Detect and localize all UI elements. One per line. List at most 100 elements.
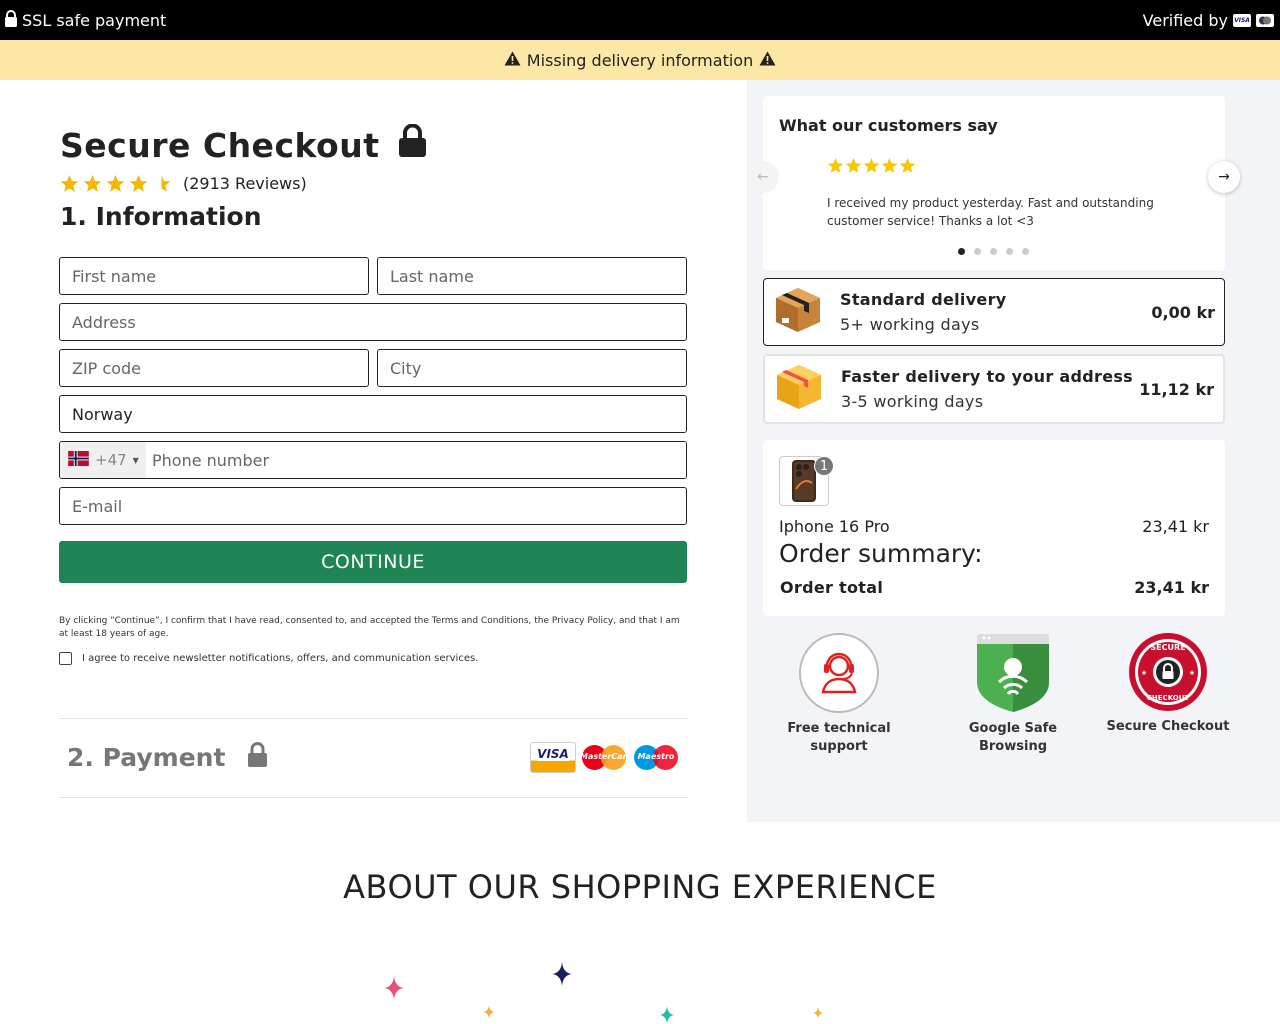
carousel-dot[interactable] [990, 248, 997, 255]
sparkle-icon [813, 1007, 823, 1019]
newsletter-checkbox[interactable] [59, 652, 72, 665]
review-stars [827, 158, 916, 174]
trust-badge-secure: SECURE CHECKOUT ★ ★ Secure Checkout [1103, 632, 1233, 736]
trust-label: Secure Checkout [1106, 719, 1230, 734]
quantity-badge: 1 [814, 456, 834, 476]
city-input[interactable] [377, 349, 687, 387]
continue-button[interactable]: CONTINUE [59, 541, 687, 583]
country-select[interactable]: Norway [59, 395, 687, 433]
sparkle-icon [483, 1005, 495, 1019]
seal-text-top: SECURE [1150, 643, 1185, 652]
email-input[interactable] [59, 487, 687, 525]
zip-code-input[interactable] [59, 349, 369, 387]
rating-stars [60, 174, 171, 193]
delivery-price: 0,00 kr [1151, 302, 1215, 322]
newsletter-label: I agree to receive newsletter notificati… [82, 653, 479, 664]
arrow-left-icon: ← [757, 169, 769, 185]
mastercard-mini-icon [1256, 13, 1274, 27]
address-input[interactable] [59, 303, 687, 341]
carousel-dots [958, 248, 1029, 255]
step2-heading[interactable]: 2. Payment [67, 742, 268, 773]
svg-text:★: ★ [1189, 669, 1195, 677]
ssl-badge: SSL safe payment [4, 9, 167, 31]
carousel-dot[interactable] [1022, 248, 1029, 255]
star-icon [106, 174, 125, 192]
rating-summary: (2913 Reviews) [60, 174, 307, 193]
warning-icon [504, 51, 521, 70]
delivery-option-faster[interactable]: Faster delivery to your address 3-5 work… [763, 354, 1225, 424]
reviews-title: What our customers say [779, 116, 998, 135]
last-name-input[interactable] [377, 257, 687, 295]
star-icon [845, 158, 862, 173]
star-icon [60, 174, 79, 192]
maestro-icon: Maestro [632, 742, 680, 773]
star-icon [827, 158, 844, 173]
sparkle-icon [659, 1006, 675, 1024]
country-code-dropdown[interactable]: +47 ▼ [60, 442, 146, 478]
carousel-dot[interactable] [1006, 248, 1013, 255]
google-safe-browsing-icon [977, 634, 1049, 712]
reviews-count: (2913 Reviews) [183, 174, 307, 193]
warning-icon [759, 51, 776, 70]
star-icon [129, 174, 148, 192]
carousel-next-button[interactable]: → [1208, 161, 1240, 193]
star-icon [83, 174, 102, 192]
trust-badge-support: Free technical support [774, 632, 904, 756]
norway-flag-icon [68, 450, 89, 470]
lock-icon [247, 742, 268, 773]
caret-down-icon: ▼ [132, 455, 139, 465]
ssl-top-bar: SSL safe payment Verified by VISA [0, 0, 1280, 40]
order-total-label: Order total [780, 578, 884, 597]
order-summary-card: 1 Iphone 16 Pro 23,41 kr Order summary: … [763, 440, 1225, 616]
trust-label: Free technical support [787, 721, 891, 754]
visa-mini-icon: VISA [1233, 13, 1251, 27]
order-summary-title: Order summary: [779, 539, 983, 568]
visa-card-icon: VISA [530, 742, 576, 773]
lock-icon [398, 123, 427, 166]
delivery-name: Faster delivery to your address [841, 367, 1133, 386]
review-text: I received my product yesterday. Fast an… [827, 196, 1154, 228]
ssl-label: SSL safe payment [22, 10, 167, 30]
carousel-dot[interactable] [974, 248, 981, 255]
divider [59, 797, 688, 798]
page-title: Secure Checkout [60, 123, 427, 166]
phone-prefix-value: +47 [95, 451, 127, 469]
trust-badge-google: Google Safe Browsing [948, 632, 1078, 756]
carousel-prev-button[interactable]: ← [747, 161, 779, 193]
delivery-warning-banner: Missing delivery information [0, 40, 1280, 80]
newsletter-consent: I agree to receive newsletter notificati… [59, 652, 478, 665]
sparkle-icon [384, 976, 404, 1000]
phone-field: +47 ▼ [59, 441, 687, 479]
country-value: Norway [72, 404, 133, 424]
first-name-input[interactable] [59, 257, 369, 295]
delivery-days: 5+ working days [840, 315, 980, 334]
verified-label: Verified by [1142, 10, 1228, 30]
seal-text-bottom: CHECKOUT [1147, 694, 1190, 702]
verified-by: Verified by VISA [1143, 11, 1274, 30]
product-price: 23,41 kr [1142, 517, 1209, 536]
legal-consent-text: By clicking “Continue”, I confirm that I… [59, 616, 680, 639]
step1-heading: 1. Information [60, 202, 262, 231]
payment-cards: VISA MasterCard Maestro [530, 742, 680, 773]
headset-support-icon [799, 633, 879, 713]
delivery-days: 3-5 working days [841, 392, 984, 411]
package-icon [773, 361, 825, 417]
order-total-value: 23,41 kr [1134, 578, 1209, 597]
reviews-carousel: What our customers say I received my pro… [763, 96, 1225, 270]
star-icon [881, 158, 898, 173]
warning-text: Missing delivery information [526, 50, 754, 70]
star-icon [899, 158, 916, 173]
sparkle-icon [552, 962, 572, 986]
about-section-title: ABOUT OUR SHOPPING EXPERIENCE [343, 868, 937, 906]
mastercard-icon: MasterCard [580, 742, 632, 773]
half-star-icon [152, 174, 171, 192]
star-icon [863, 158, 880, 173]
carousel-dot[interactable] [958, 248, 965, 255]
phone-number-input[interactable] [146, 442, 686, 478]
svg-text:★: ★ [1141, 669, 1147, 677]
delivery-option-standard[interactable]: Standard delivery 5+ working days 0,00 k… [763, 278, 1225, 346]
trust-label: Google Safe Browsing [968, 721, 1058, 754]
lock-icon [4, 9, 18, 31]
box-icon [772, 284, 824, 340]
delivery-price: 11,12 kr [1139, 379, 1214, 399]
